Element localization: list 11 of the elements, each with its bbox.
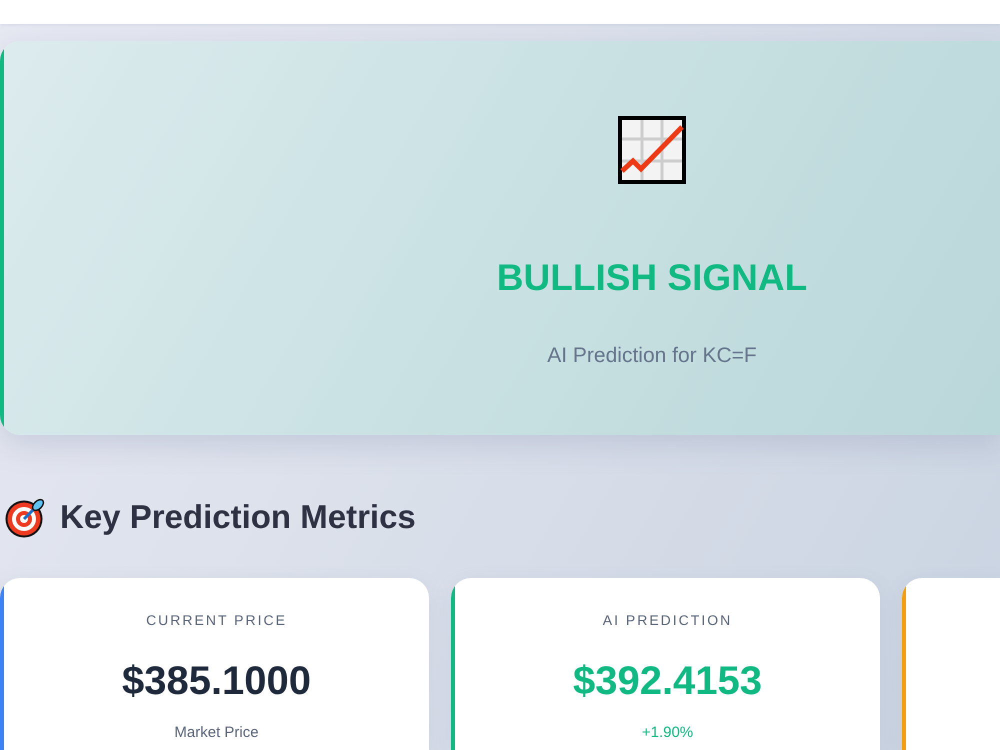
metric-note: +1.90% [642, 724, 694, 742]
target-icon [5, 496, 46, 538]
metric-note: Market Price [174, 724, 259, 742]
metric-label: AI PREDICTION [602, 611, 732, 629]
section-title: Key Prediction Metrics [60, 497, 416, 537]
signal-title: BULLISH SIGNAL [496, 256, 808, 300]
metric-label: CURRENT PRICE [146, 611, 287, 629]
chart-icon [618, 116, 686, 184]
metric-value: $385.1000 [122, 658, 312, 705]
metric-value: $392.4153 [572, 658, 762, 705]
signal-subtitle: AI Prediction for KC=F [547, 343, 757, 369]
